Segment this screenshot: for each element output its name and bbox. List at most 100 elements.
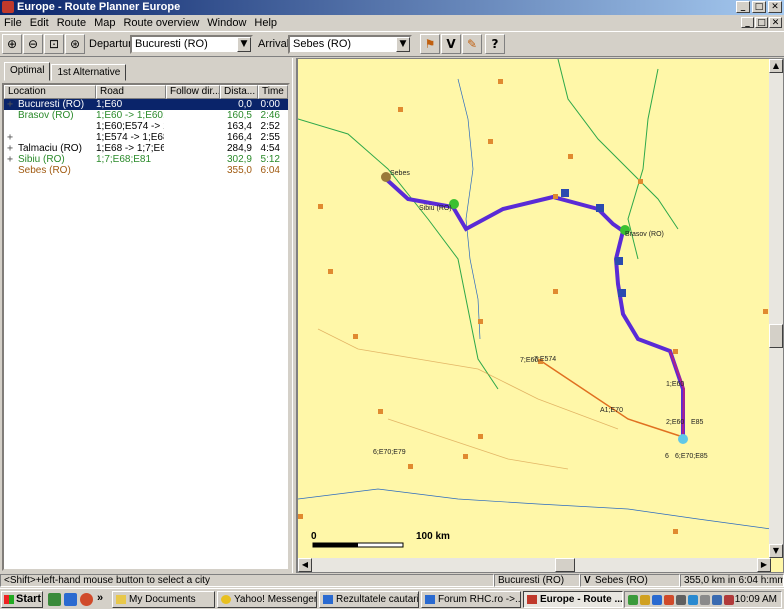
- options-icon[interactable]: ✎: [462, 34, 482, 54]
- expand-icon[interactable]: +: [7, 154, 13, 165]
- zoom-fit-icon[interactable]: ⊛: [65, 34, 85, 54]
- cell-distance: 284,9: [226, 143, 252, 154]
- task-rezultatele[interactable]: Rezultatele cautari...: [319, 591, 419, 608]
- col-time[interactable]: Time: [258, 85, 288, 99]
- horizontal-scroll-thumb[interactable]: [555, 558, 575, 572]
- media-icon[interactable]: [80, 593, 93, 606]
- expand-icon[interactable]: +: [7, 143, 13, 154]
- cell-distance: 166,4: [226, 132, 252, 143]
- road-label: 2;E60: [666, 419, 685, 426]
- zoom-out-icon[interactable]: ⊖: [23, 34, 43, 54]
- help-icon[interactable]: ?: [485, 34, 505, 54]
- browser-icon: [425, 595, 435, 604]
- tray-icon[interactable]: [688, 595, 698, 605]
- start-button[interactable]: Start: [1, 591, 43, 608]
- road-label: Sibiu (RO): [419, 205, 452, 212]
- tray-icon[interactable]: [700, 595, 710, 605]
- internet-explorer-icon[interactable]: [64, 593, 77, 606]
- table-row[interactable]: Sebes (RO) 355,0 6:04: [4, 165, 288, 176]
- map-view[interactable]: Sebes Sibiu (RO) Brasov (RO) 7;E60 7;E57…: [297, 58, 784, 573]
- cell-distance: 355,0: [226, 165, 252, 176]
- expand-icon[interactable]: +: [7, 99, 13, 110]
- cell-follow: [164, 143, 218, 154]
- road-label: Sebes: [390, 170, 410, 177]
- maximize-button[interactable]: □: [752, 1, 766, 13]
- menu-edit[interactable]: Edit: [26, 17, 53, 29]
- tab-optimal[interactable]: Optimal: [4, 62, 51, 81]
- quicklaunch-icon[interactable]: [48, 593, 61, 606]
- window-title: Europe - Route Planner Europe: [17, 1, 181, 13]
- menu-file[interactable]: File: [0, 17, 26, 29]
- chevron-down-icon[interactable]: ▼: [396, 37, 410, 52]
- tab-1st-alternative[interactable]: 1st Alternative: [51, 64, 127, 81]
- scroll-down-icon[interactable]: ▼: [769, 544, 783, 558]
- scroll-right-icon[interactable]: ▶: [757, 558, 771, 572]
- tray-icon[interactable]: [652, 595, 662, 605]
- cell-follow: [164, 154, 218, 165]
- expand-icon[interactable]: +: [7, 132, 13, 143]
- tray-icon[interactable]: [628, 595, 638, 605]
- menu-window[interactable]: Window: [203, 17, 250, 29]
- table-row[interactable]: Brasov (RO) 1;E60 -> 1;E60;E5 160,5 2:46: [4, 110, 288, 121]
- table-row[interactable]: + Bucuresti (RO) 1;E60 0,0 0:00: [4, 99, 288, 110]
- road-label: Brasov (RO): [625, 231, 664, 238]
- table-row[interactable]: 1;E60;E574 -> 1;E 163,4 2:52: [4, 121, 288, 132]
- task-my-documents[interactable]: My Documents: [112, 591, 215, 608]
- clock[interactable]: 10:09 AM: [735, 594, 777, 605]
- road-label: 1;E60: [666, 381, 685, 388]
- scroll-up-icon[interactable]: ▲: [769, 59, 783, 73]
- table-row[interactable]: + Sibiu (RO) 1;7;E68;E81 302,9 5:12: [4, 154, 288, 165]
- calculate-route-icon[interactable]: ⚑: [420, 34, 440, 54]
- menu-help[interactable]: Help: [250, 17, 281, 29]
- col-location[interactable]: Location: [4, 85, 96, 99]
- menu-route-overview[interactable]: Route overview: [119, 17, 203, 29]
- cell-road: 1;E68 -> 1;7;E68;E: [96, 143, 164, 154]
- menu-route[interactable]: Route: [53, 17, 90, 29]
- vertical-scroll-thumb[interactable]: [769, 324, 783, 348]
- route-table[interactable]: Location Road Follow dir... Dista... Tim…: [2, 83, 290, 571]
- tray-icon[interactable]: [712, 595, 722, 605]
- map-vertical-scrollbar[interactable]: ▲ ▼: [769, 59, 783, 558]
- close-button[interactable]: ✕: [768, 1, 782, 13]
- task-yahoo-messenger[interactable]: Yahoo! Messenger...: [217, 591, 317, 608]
- status-hint: <Shift>+left-hand mouse button to select…: [0, 574, 494, 587]
- tray-icon[interactable]: [676, 595, 686, 605]
- scroll-left-icon[interactable]: ◀: [298, 558, 312, 572]
- minimize-button[interactable]: _: [736, 1, 750, 13]
- cell-road: 1;E574 -> 1;E68: [96, 132, 164, 143]
- zoom-window-icon[interactable]: ⊡: [44, 34, 64, 54]
- chevron-down-icon[interactable]: ▼: [237, 37, 251, 52]
- departure-value: Bucuresti (RO): [135, 38, 208, 50]
- map-horizontal-scrollbar[interactable]: ◀ ▶: [298, 558, 771, 572]
- cell-time: 2:52: [260, 121, 280, 132]
- mdi-minimize-button[interactable]: _: [741, 17, 754, 28]
- app-icon[interactable]: [2, 1, 14, 13]
- app-icon: [527, 595, 537, 604]
- quicklaunch-overflow[interactable]: »: [97, 592, 103, 604]
- mdi-close-button[interactable]: ✕: [769, 17, 782, 28]
- scale-zero: 0: [311, 531, 317, 542]
- table-body: + Bucuresti (RO) 1;E60 0,0 0:00 Brasov (RO) 1;…: [4, 99, 288, 176]
- cell-road: [94, 165, 164, 176]
- departure-select[interactable]: Bucuresti (RO) ▼: [130, 35, 253, 54]
- tray-icon[interactable]: [724, 595, 734, 605]
- map-canvas[interactable]: [298, 59, 771, 558]
- via-icon[interactable]: V: [441, 34, 461, 54]
- tray-icon[interactable]: [664, 595, 674, 605]
- tray-icon[interactable]: [640, 595, 650, 605]
- col-distance[interactable]: Dista...: [220, 85, 258, 99]
- col-follow[interactable]: Follow dir...: [166, 85, 220, 99]
- menu-map[interactable]: Map: [90, 17, 119, 29]
- mdi-restore-button[interactable]: □: [755, 17, 768, 28]
- status-summary: 355,0 km in 6:04 h:mm: [680, 574, 784, 587]
- table-row[interactable]: + Talmaciu (RO) 1;E68 -> 1;7;E68;E 284,9 4:5…: [4, 143, 288, 154]
- zoom-in-icon[interactable]: ⊕: [2, 34, 22, 54]
- messenger-icon: [221, 595, 231, 604]
- table-row[interactable]: +1;E574 -> 1;E68 166,4 2:55: [4, 132, 288, 143]
- task-forum-rhc[interactable]: Forum RHC.ro ->...: [421, 591, 521, 608]
- task-route-planner[interactable]: Europe - Route ...: [523, 591, 623, 608]
- arrival-select[interactable]: Sebes (RO) ▼: [288, 35, 412, 54]
- location-text: Sibiu (RO): [18, 154, 65, 165]
- cell-time: 2:46: [260, 110, 280, 121]
- col-road[interactable]: Road: [96, 85, 166, 99]
